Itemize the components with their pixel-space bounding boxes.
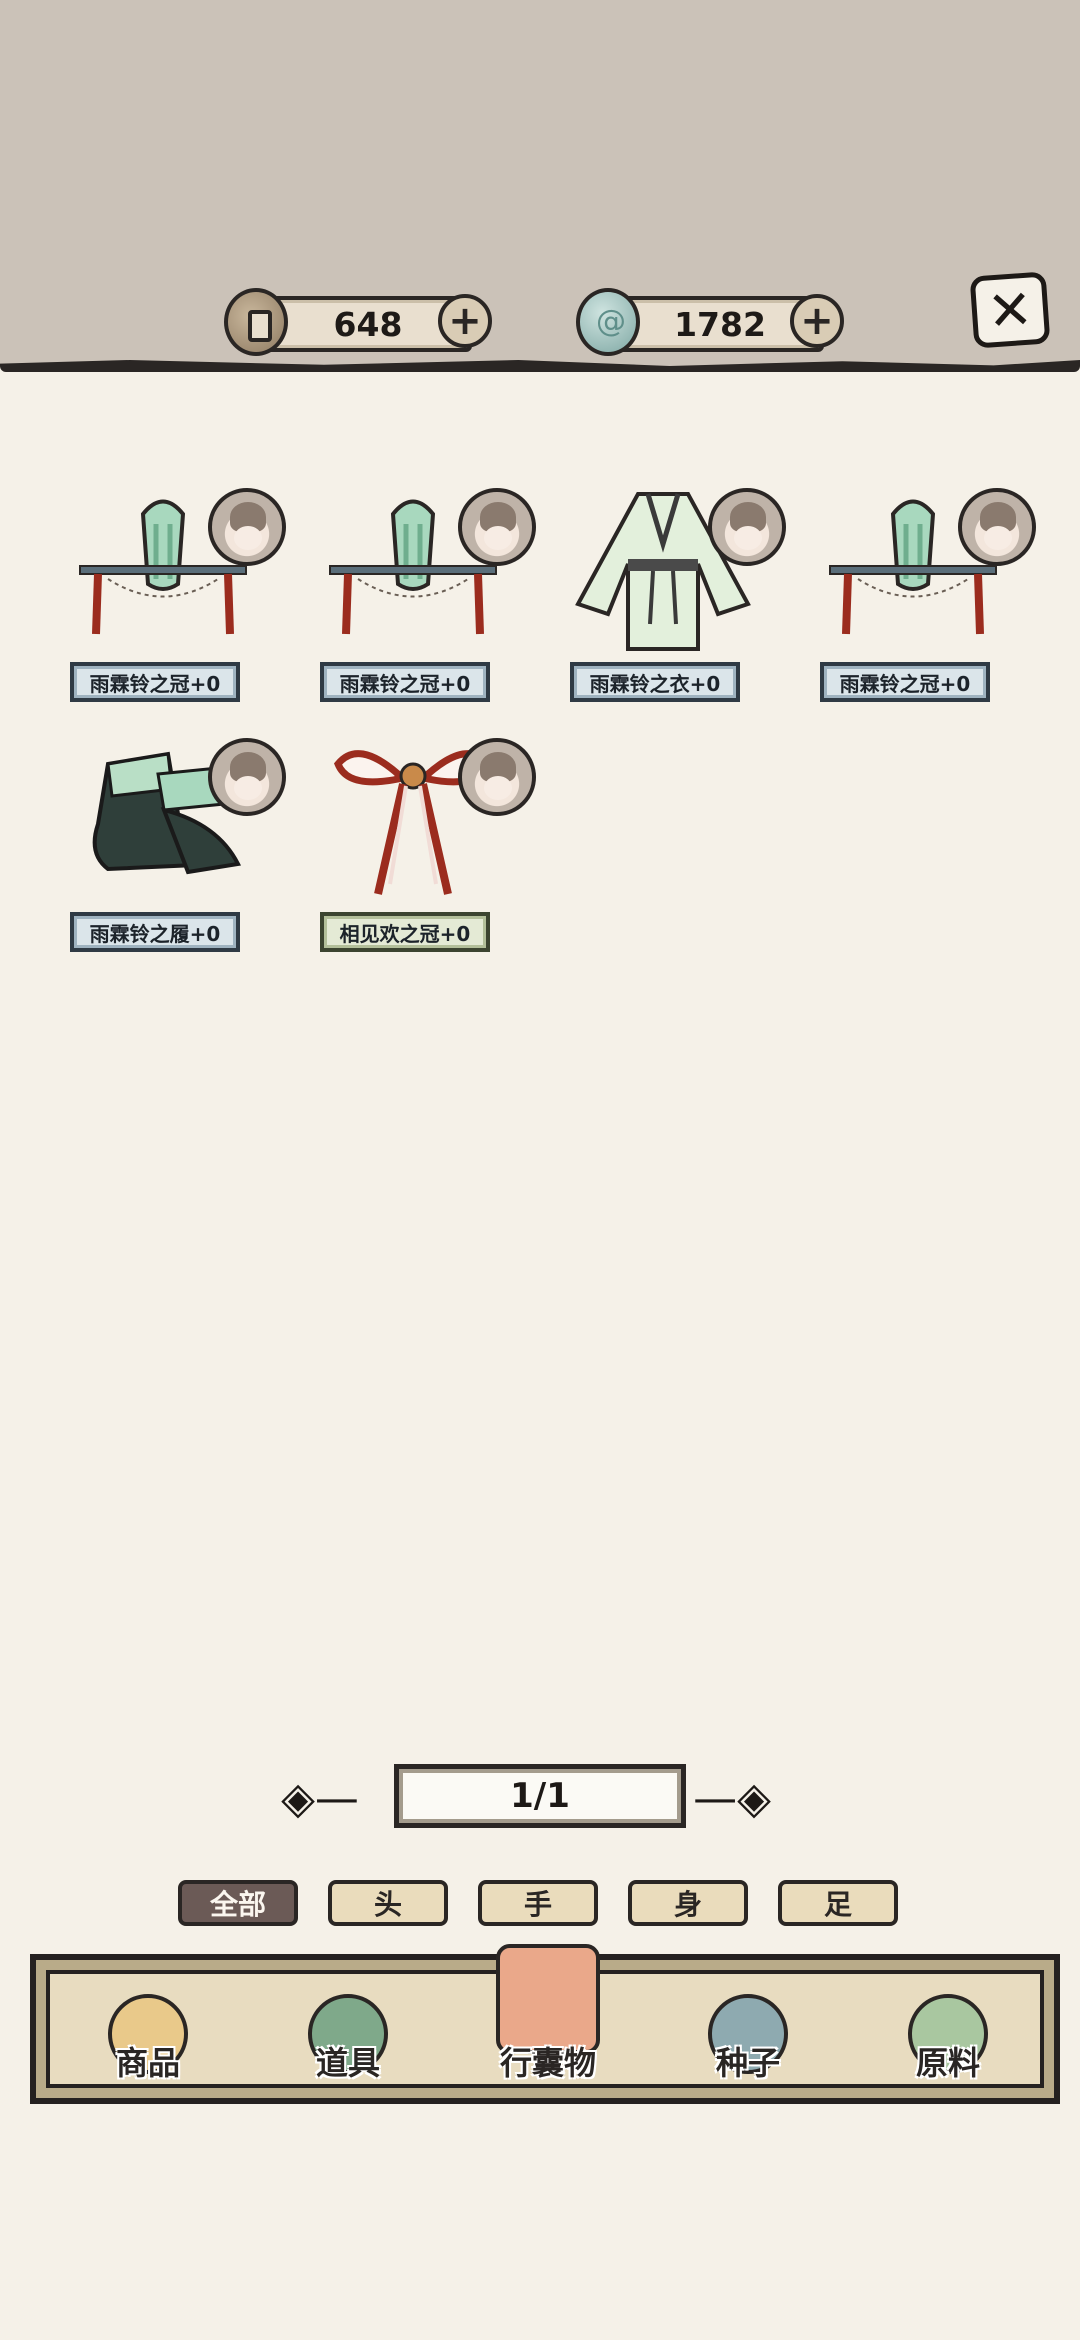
character-avatar-icon [208, 488, 286, 566]
item-name-label: 雨霖铃之冠+0 [70, 662, 240, 702]
nav-travel-bag[interactable]: 行囊物 [468, 1944, 628, 2110]
nav-goods[interactable]: 商品 [68, 1960, 228, 2110]
character-avatar-icon [458, 738, 536, 816]
item-name-label: 雨霖铃之衣+0 [570, 662, 740, 702]
inventory-item[interactable]: 雨霖铃之履+0 [68, 734, 286, 974]
inventory-item[interactable]: 雨霖铃之冠+0 [68, 484, 286, 724]
character-avatar-icon [208, 738, 286, 816]
pagination: ◈— 1/1 —◈ [278, 1764, 802, 1834]
item-name-label: 雨霖铃之履+0 [70, 912, 240, 952]
page-indicator: 1/1 [394, 1764, 686, 1828]
item-name-label: 雨霖铃之冠+0 [820, 662, 990, 702]
next-arrow-icon[interactable]: —◈ [690, 1772, 774, 1826]
filter-all[interactable]: 全部 [178, 1880, 298, 1926]
item-name-label: 相见欢之冠+0 [320, 912, 490, 952]
jade-stone-icon [576, 288, 640, 356]
close-button[interactable]: ✕ [969, 271, 1051, 349]
prev-arrow-icon[interactable]: ◈— [278, 1772, 362, 1826]
character-avatar-icon [958, 488, 1036, 566]
add-copper-button[interactable]: + [438, 294, 492, 348]
filter-head[interactable]: 头 [328, 1880, 448, 1926]
character-avatar-icon [458, 488, 536, 566]
nav-props[interactable]: 道具 [268, 1960, 428, 2110]
nav-materials[interactable]: 原料 [868, 1960, 1028, 2110]
top-bar [0, 0, 1080, 366]
item-name-label: 雨霖铃之冠+0 [320, 662, 490, 702]
add-jade-button[interactable]: + [790, 294, 844, 348]
copper-coin-icon [224, 288, 288, 356]
inventory-item[interactable]: 雨霖铃之冠+0 [818, 484, 1036, 724]
filter-hand[interactable]: 手 [478, 1880, 598, 1926]
inventory-item[interactable]: 相见欢之冠+0 [318, 734, 536, 974]
inventory-item[interactable]: 雨霖铃之衣+0 [568, 484, 786, 724]
filter-body[interactable]: 身 [628, 1880, 748, 1926]
inventory-item[interactable]: 雨霖铃之冠+0 [318, 484, 536, 724]
bottom-nav: 商品 道具 行囊物 种子 原料 [30, 1944, 1060, 2104]
character-avatar-icon [708, 488, 786, 566]
close-x-icon: ✕ [985, 276, 1035, 344]
nav-seeds[interactable]: 种子 [668, 1960, 828, 2110]
filter-feet[interactable]: 足 [778, 1880, 898, 1926]
